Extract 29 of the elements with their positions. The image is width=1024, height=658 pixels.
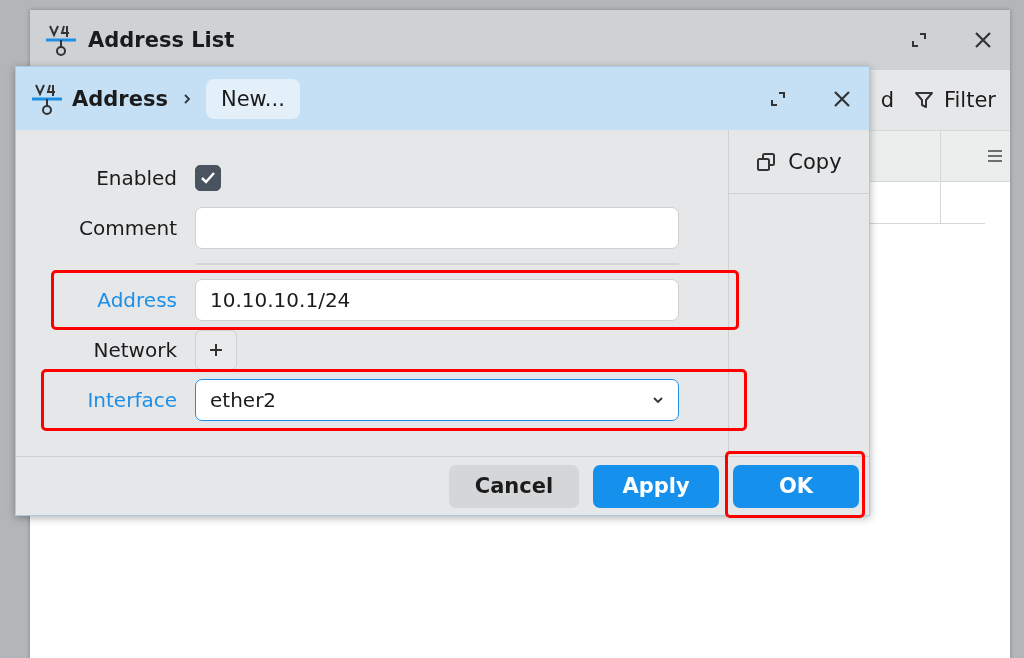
field-label: Enabled xyxy=(95,166,177,190)
copy-button[interactable]: Copy xyxy=(729,130,869,194)
input-field[interactable]: 10.10.10.1/24 xyxy=(195,279,679,321)
menu-icon[interactable] xyxy=(988,150,1002,162)
close-icon xyxy=(974,31,992,49)
chevron-down-icon xyxy=(652,396,664,404)
ipv4-icon xyxy=(44,23,78,57)
input-field[interactable] xyxy=(195,207,679,249)
window-title: Address List xyxy=(88,28,236,52)
secondary-button[interactable]: Cancel xyxy=(449,464,579,508)
copy-icon xyxy=(756,151,777,172)
close-icon xyxy=(833,89,851,108)
add-button[interactable] xyxy=(195,330,237,370)
breadcrumb: New... xyxy=(205,78,300,119)
enabled-checkbox[interactable] xyxy=(195,165,221,191)
expand-icon xyxy=(769,89,787,108)
filter-icon xyxy=(914,90,934,110)
field-label: Comment xyxy=(78,216,177,240)
dialog-title: Address xyxy=(72,86,168,111)
toolbar-button[interactable]: d xyxy=(880,88,894,112)
field-label: Network xyxy=(92,338,177,362)
field-label: Address xyxy=(96,288,177,312)
field-label: Interface xyxy=(86,388,177,412)
chevron-icon xyxy=(181,91,192,106)
plus-icon xyxy=(209,343,223,357)
toolbar-button[interactable]: Filter xyxy=(914,88,996,112)
expand-icon xyxy=(910,31,928,49)
check-icon xyxy=(200,171,216,185)
select-field[interactable]: ether2 xyxy=(195,379,679,421)
